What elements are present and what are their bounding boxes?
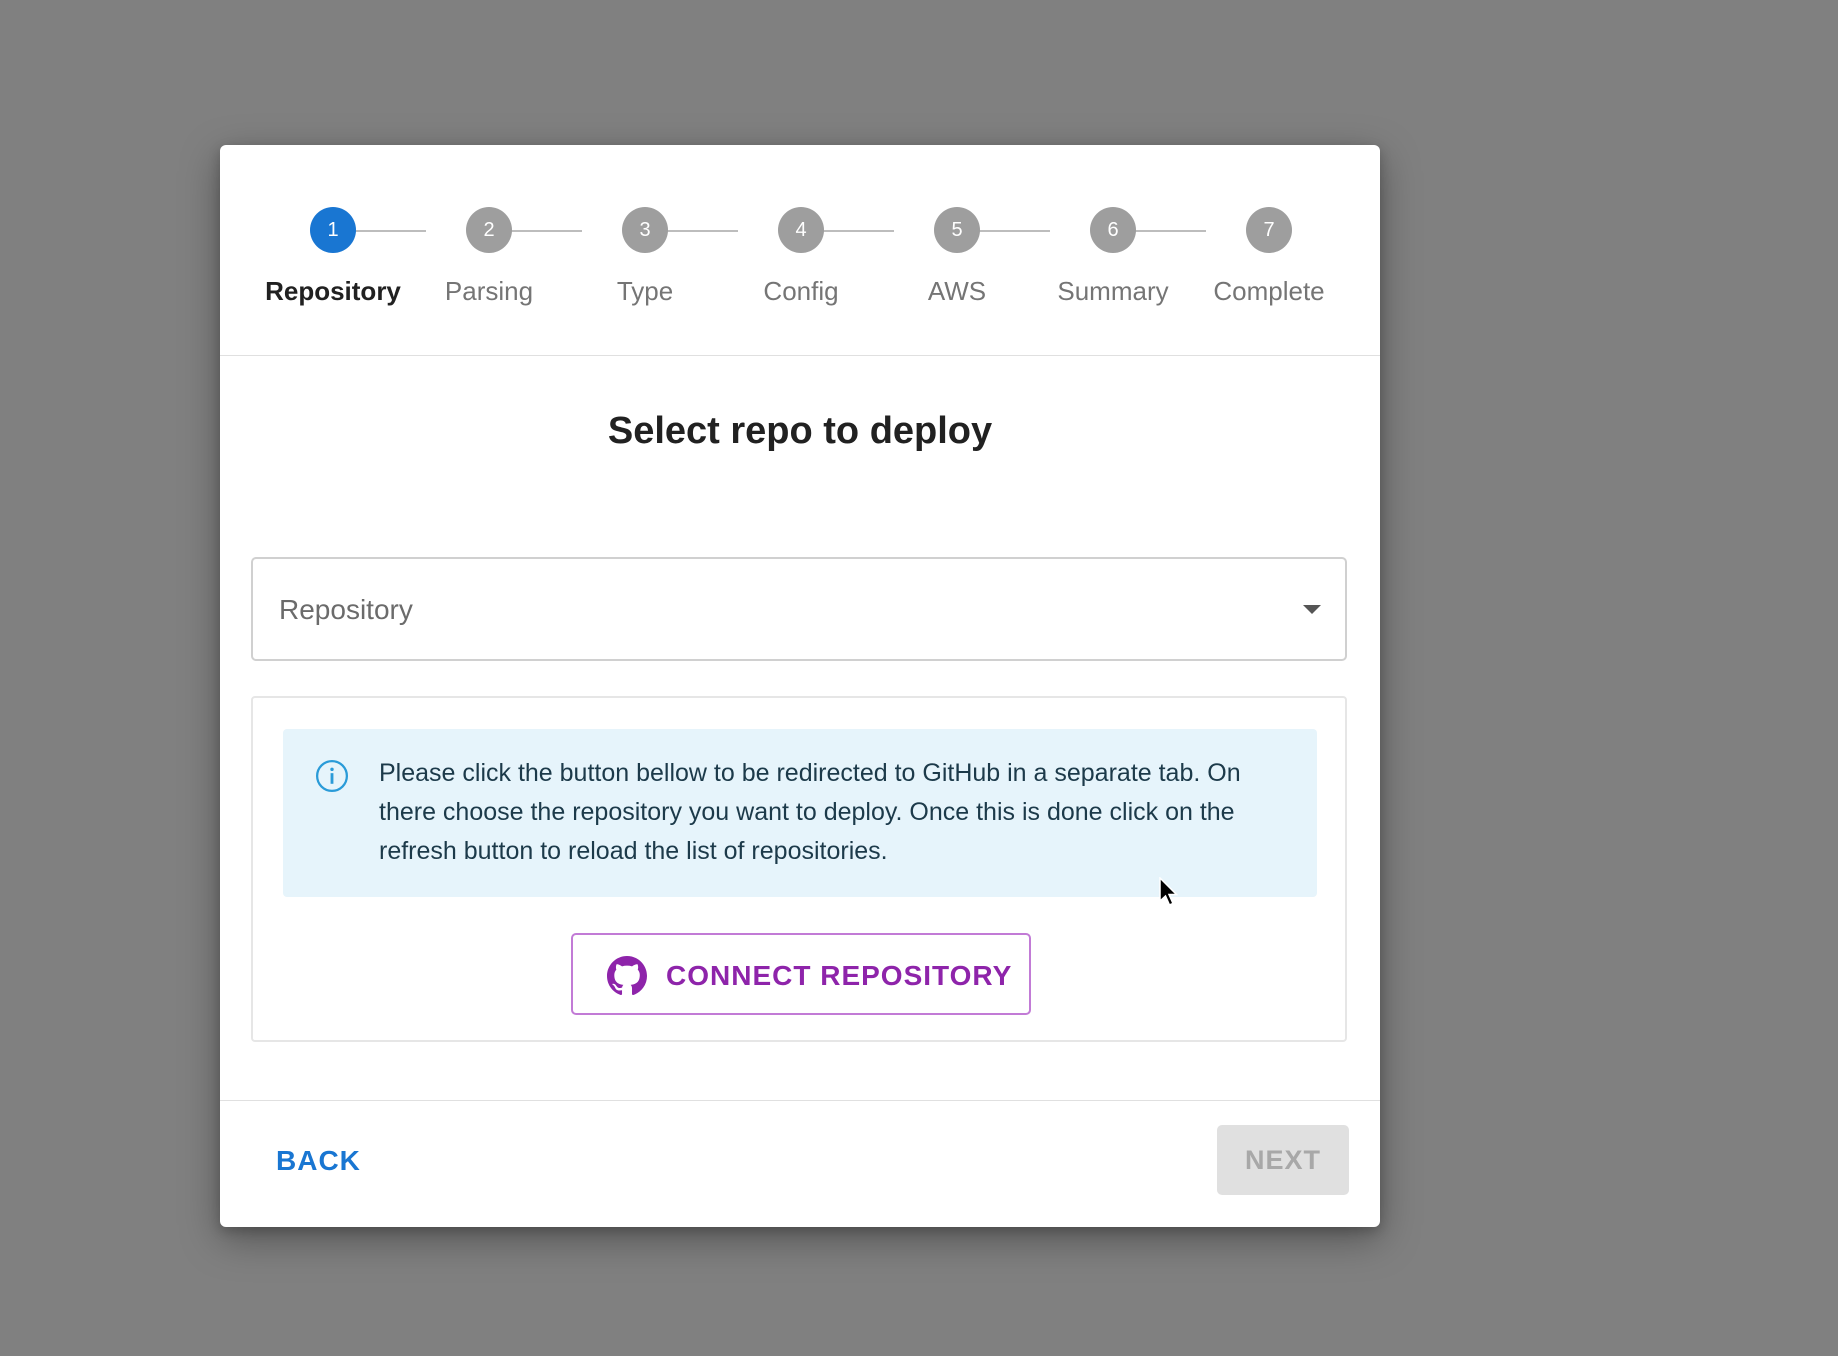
step-label: Type xyxy=(616,276,674,306)
step-complete: 7 Complete xyxy=(1194,207,1344,307)
step-number: 4 xyxy=(778,207,824,253)
footer-divider xyxy=(220,1100,1380,1101)
step-type: 3 Type xyxy=(570,207,720,307)
step-aws: 5 AWS xyxy=(882,207,1032,307)
repository-select-placeholder: Repository xyxy=(279,594,413,625)
github-icon xyxy=(607,956,647,996)
info-alert: Please click the button bellow to be red… xyxy=(283,729,1317,897)
step-label: Summary xyxy=(1057,276,1169,306)
connect-panel: Please click the button bellow to be red… xyxy=(251,696,1347,1042)
stepper: 1 Repository 2 Parsing 3 Type 4 Config 5… xyxy=(220,145,1380,355)
step-parsing: 2 Parsing xyxy=(414,207,564,307)
step-label: AWS xyxy=(927,276,987,306)
info-alert-text: Please click the button bellow to be red… xyxy=(379,759,1241,865)
step-config: 4 Config xyxy=(726,207,876,307)
connect-repository-label: CONNECT REPOSITORY xyxy=(666,960,1013,991)
step-number: 3 xyxy=(622,207,668,253)
step-summary: 6 Summary xyxy=(1038,207,1188,307)
step-label: Complete xyxy=(1213,276,1325,306)
chevron-down-icon xyxy=(1303,605,1321,614)
step-number: 7 xyxy=(1246,207,1292,253)
step-repository: 1 Repository xyxy=(258,207,408,307)
step-label: Parsing xyxy=(444,276,534,306)
back-button[interactable]: BACK xyxy=(276,1145,361,1177)
page-title: Select repo to deploy xyxy=(607,410,993,452)
step-number: 2 xyxy=(466,207,512,253)
mouse-cursor-icon xyxy=(1159,877,1179,906)
info-icon xyxy=(315,759,349,793)
step-number: 1 xyxy=(310,207,356,253)
repository-select[interactable]: Repository xyxy=(251,557,1347,661)
step-number: 6 xyxy=(1090,207,1136,253)
step-number: 5 xyxy=(934,207,980,253)
connect-repository-button[interactable]: CONNECT REPOSITORY xyxy=(571,933,1031,1015)
step-label: Config xyxy=(763,276,839,306)
header-divider xyxy=(220,355,1380,356)
next-button[interactable]: NEXT xyxy=(1217,1125,1349,1195)
step-label: Repository xyxy=(265,276,401,306)
deploy-dialog: 1 Repository 2 Parsing 3 Type 4 Config 5… xyxy=(220,145,1380,1227)
